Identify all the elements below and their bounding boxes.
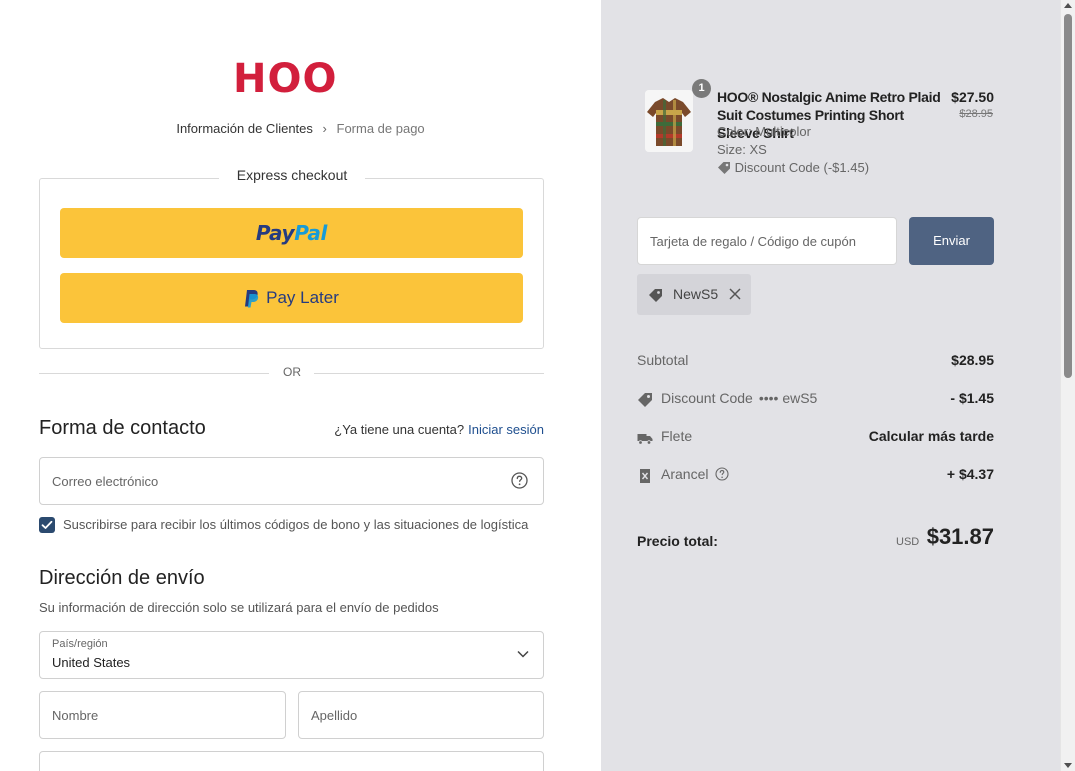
discount-code-masked: •••• ewS5 <box>758 390 818 406</box>
tariff-icon <box>640 469 650 483</box>
tariff-label: Arancel <box>661 466 729 482</box>
applied-coupon-code: NewS5 <box>673 286 719 302</box>
total-value: $31.87 <box>926 524 994 549</box>
checkmark-icon <box>41 520 53 529</box>
quantity-badge: 1 <box>692 79 711 98</box>
total-label: Precio total: <box>637 533 718 549</box>
coupon-input[interactable]: Tarjeta de regalo / Código de cupón <box>637 217 897 265</box>
paypal-icon <box>245 289 259 307</box>
tag-icon <box>638 393 652 407</box>
tag-icon <box>718 162 730 174</box>
product-size: Size: XS <box>717 142 767 157</box>
breadcrumb-payment: Forma de pago <box>336 121 425 136</box>
page-scrollbar[interactable] <box>1060 0 1075 771</box>
divider-right <box>314 373 544 374</box>
coupon-placeholder: Tarjeta de regalo / Código de cupón <box>650 234 856 249</box>
shipping-label: Flete <box>661 428 693 444</box>
tariff-row: Arancel + $4.37 <box>637 466 994 486</box>
chevron-right-icon: › <box>322 121 327 136</box>
product-original-price: $28.95 <box>959 108 993 120</box>
last-name-placeholder: Apellido <box>311 708 358 723</box>
shirt-thumbnail <box>645 90 693 152</box>
subtotal-row: Subtotal $28.95 <box>637 352 994 372</box>
discount-row: Discount Code •••• ewS5 - $1.45 <box>637 390 994 410</box>
scroll-down-arrow-icon[interactable] <box>1064 763 1072 768</box>
address-field[interactable] <box>39 751 544 771</box>
email-field[interactable]: Correo electrónico <box>39 457 544 505</box>
breadcrumb: Información de Clientes › Forma de pago <box>0 121 601 136</box>
express-checkout-title: Express checkout <box>219 165 365 185</box>
pay-later-label: Pay Later <box>266 288 339 307</box>
close-icon[interactable] <box>729 288 741 300</box>
express-checkout-box <box>39 178 544 349</box>
account-prompt: ¿Ya tiene una cuenta? Iniciar sesión <box>334 422 544 437</box>
contact-heading: Forma de contacto <box>39 417 206 439</box>
product-image[interactable] <box>645 90 693 152</box>
chevron-down-icon <box>517 650 529 658</box>
scroll-thumb[interactable] <box>1064 14 1072 378</box>
applied-coupon-chip: NewS5 <box>637 274 751 315</box>
apply-coupon-button[interactable]: Enviar <box>909 217 994 265</box>
shipping-heading: Dirección de envío <box>39 567 205 589</box>
checkout-form-panel: HOO Información de Clientes › Forma de p… <box>0 0 601 771</box>
divider-left <box>39 373 269 374</box>
discount-value: - $1.45 <box>950 390 994 406</box>
truck-icon <box>637 434 653 445</box>
shipping-description: Su información de dirección solo se util… <box>39 600 439 615</box>
shipping-row: Flete Calcular más tarde <box>637 428 994 448</box>
account-question: ¿Ya tiene una cuenta? <box>334 422 465 437</box>
discount-label: Discount Code •••• ewS5 <box>661 390 818 406</box>
paypal-logo: PayPal <box>255 221 328 245</box>
first-name-field[interactable]: Nombre <box>39 691 286 739</box>
svg-text:HOO: HOO <box>233 58 337 98</box>
paypal-button[interactable]: PayPal <box>60 208 523 258</box>
total-currency: USD <box>896 536 920 548</box>
subtotal-label: Subtotal <box>637 352 689 368</box>
first-name-placeholder: Nombre <box>52 708 99 723</box>
country-select[interactable]: País/región United States <box>39 631 544 679</box>
tag-icon <box>649 289 662 302</box>
country-value: United States <box>52 655 131 670</box>
order-summary-panel: 1 HOO® Nostalgic Anime Retro Plaid Suit … <box>601 0 1060 771</box>
tariff-value: + $4.37 <box>946 466 994 482</box>
country-label: País/región <box>52 638 108 650</box>
product-discount: Discount Code (-$1.45) <box>717 160 869 175</box>
paypal-pay-later-button[interactable]: Pay Later <box>60 273 523 323</box>
breadcrumb-customer-info[interactable]: Información de Clientes <box>176 121 313 136</box>
email-placeholder: Correo electrónico <box>52 474 159 489</box>
subscribe-label[interactable]: Suscribirse para recibir los últimos cód… <box>63 517 528 532</box>
subtotal-value: $28.95 <box>951 352 994 368</box>
or-divider-label: OR <box>283 365 301 379</box>
product-color: Color: Multicolor <box>717 124 811 139</box>
help-circle-icon[interactable] <box>715 467 729 481</box>
login-link[interactable]: Iniciar sesión <box>468 422 544 437</box>
last-name-field[interactable]: Apellido <box>298 691 544 739</box>
shipping-value: Calcular más tarde <box>868 428 994 444</box>
product-price: $27.50 <box>951 89 994 105</box>
help-circle-icon[interactable] <box>511 472 528 489</box>
subscribe-checkbox[interactable] <box>39 517 55 533</box>
scroll-up-arrow-icon[interactable] <box>1064 3 1072 8</box>
hoo-logo[interactable]: HOO <box>233 58 347 98</box>
